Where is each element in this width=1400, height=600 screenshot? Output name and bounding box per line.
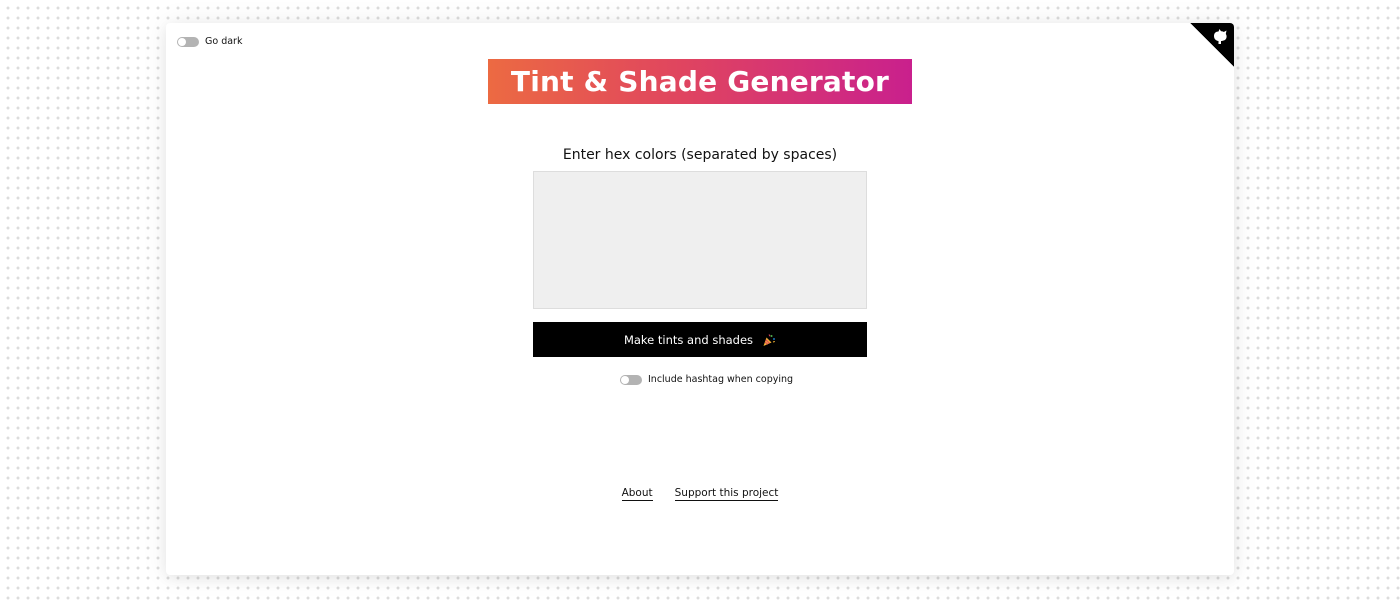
- switch-knob: [178, 37, 186, 46]
- hashtag-switch[interactable]: [620, 374, 642, 385]
- main-card: Go dark Tint & Shade Generator Enter hex…: [166, 23, 1234, 575]
- page-title: Tint & Shade Generator: [510, 65, 890, 98]
- hex-colors-input[interactable]: [533, 171, 867, 309]
- github-corner-link[interactable]: [1190, 23, 1234, 67]
- support-project-link[interactable]: Support this project: [674, 487, 779, 501]
- make-button-label: Make tints and shades: [623, 332, 754, 347]
- hex-input-prompt: Enter hex colors (separated by spaces): [562, 147, 838, 163]
- about-link[interactable]: About: [621, 487, 653, 501]
- make-tints-shades-button[interactable]: Make tints and shades: [533, 322, 867, 357]
- dark-mode-label: Go dark: [205, 36, 243, 47]
- hashtag-toggle-label: Include hashtag when copying: [648, 374, 794, 385]
- footer-links: About Support this project: [166, 487, 1234, 501]
- github-octocat-icon: [1214, 29, 1227, 44]
- dark-mode-switch[interactable]: [177, 36, 199, 47]
- switch-knob: [621, 375, 629, 384]
- title-banner: Tint & Shade Generator: [488, 59, 912, 104]
- hashtag-toggle[interactable]: Include hashtag when copying: [620, 374, 793, 385]
- dark-mode-toggle[interactable]: Go dark: [177, 36, 242, 47]
- party-popper-icon: [763, 333, 775, 346]
